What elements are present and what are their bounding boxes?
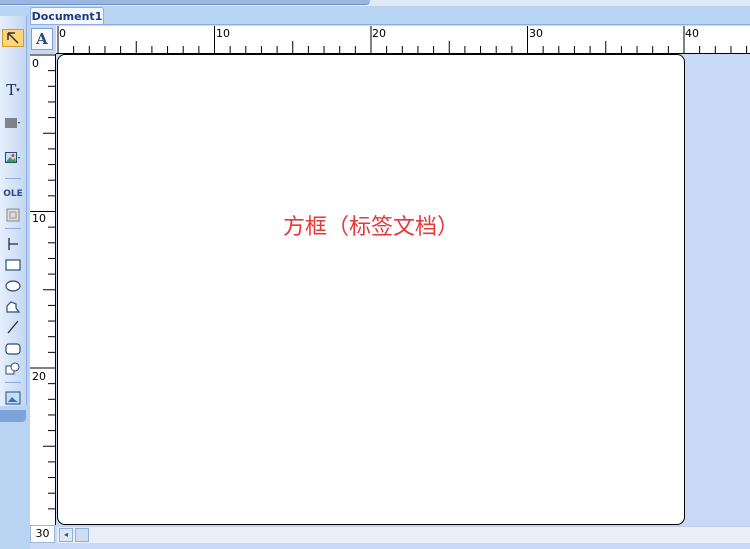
text-tool-button[interactable]: T ▾	[2, 81, 24, 99]
vertical-line-icon	[8, 238, 18, 250]
polygon-tool-button[interactable]	[2, 298, 24, 316]
horizontal-scrollbar[interactable]: ◂	[57, 526, 750, 543]
picture-icon	[5, 151, 20, 163]
polygon-icon	[6, 301, 21, 313]
select-tool-button[interactable]	[2, 29, 24, 47]
frame-tool-button[interactable]	[2, 389, 24, 407]
shape-tool-button[interactable]	[2, 360, 24, 378]
vertical-ruler-ticks	[30, 54, 55, 510]
diagonal-line-icon	[7, 320, 19, 334]
rounded-rectangle-icon	[5, 343, 21, 355]
frame-icon	[5, 391, 21, 405]
toolbar-separator	[5, 178, 21, 179]
line-tool-button[interactable]	[2, 235, 24, 253]
text-icon: T	[6, 81, 17, 99]
ruler-label: 20	[372, 27, 386, 40]
ruler-label: 10	[32, 212, 46, 225]
ruler-label: 20	[32, 370, 46, 383]
shape-icon	[5, 362, 20, 375]
vertical-ruler: 0 10 20	[30, 54, 56, 525]
menu-bar-edge	[0, 0, 370, 5]
ruler-label: 30	[529, 27, 543, 40]
diagonal-line-tool-button[interactable]	[2, 318, 24, 336]
barcode-icon	[5, 118, 20, 128]
rectangle-icon	[5, 259, 21, 271]
ruler-label: 10	[216, 27, 230, 40]
horizontal-ruler: 0 10 20 30 40	[56, 26, 750, 54]
top-strip	[0, 0, 750, 6]
ruler-label: 0	[59, 27, 66, 40]
document-tab[interactable]: Document1	[30, 7, 104, 25]
ellipse-tool-button[interactable]	[2, 277, 24, 295]
object-tool-button[interactable]	[2, 206, 24, 224]
pointer-icon	[7, 32, 19, 44]
horizontal-ruler-ticks	[57, 26, 748, 53]
image-tool-button[interactable]	[2, 149, 24, 167]
ruler-corner-button[interactable]: A	[31, 28, 53, 50]
ole-tool-button[interactable]: OLE	[2, 185, 24, 203]
scroll-thumb[interactable]	[75, 528, 89, 542]
barcode-tool-button[interactable]	[2, 114, 24, 132]
toolbar-separator	[5, 382, 21, 383]
toolbar-separator	[5, 228, 21, 229]
ruler-label: 40	[685, 27, 699, 40]
scroll-left-button[interactable]: ◂	[59, 528, 73, 542]
object-icon	[6, 208, 20, 222]
ellipse-icon	[5, 280, 21, 292]
rectangle-tool-button[interactable]	[2, 256, 24, 274]
ruler-label: 30	[30, 525, 55, 543]
page-text[interactable]: 方框（标签文档）	[58, 209, 684, 241]
tools-toolbar: T ▾ OLE	[0, 16, 27, 422]
toolbar-overflow-button[interactable]	[0, 410, 26, 422]
ruler-label: 0	[32, 57, 39, 70]
label-page[interactable]: 方框（标签文档）	[57, 54, 685, 525]
ole-icon: OLE	[3, 189, 23, 199]
rounded-rect-tool-button[interactable]	[2, 340, 24, 358]
font-a-icon: A	[36, 30, 48, 48]
